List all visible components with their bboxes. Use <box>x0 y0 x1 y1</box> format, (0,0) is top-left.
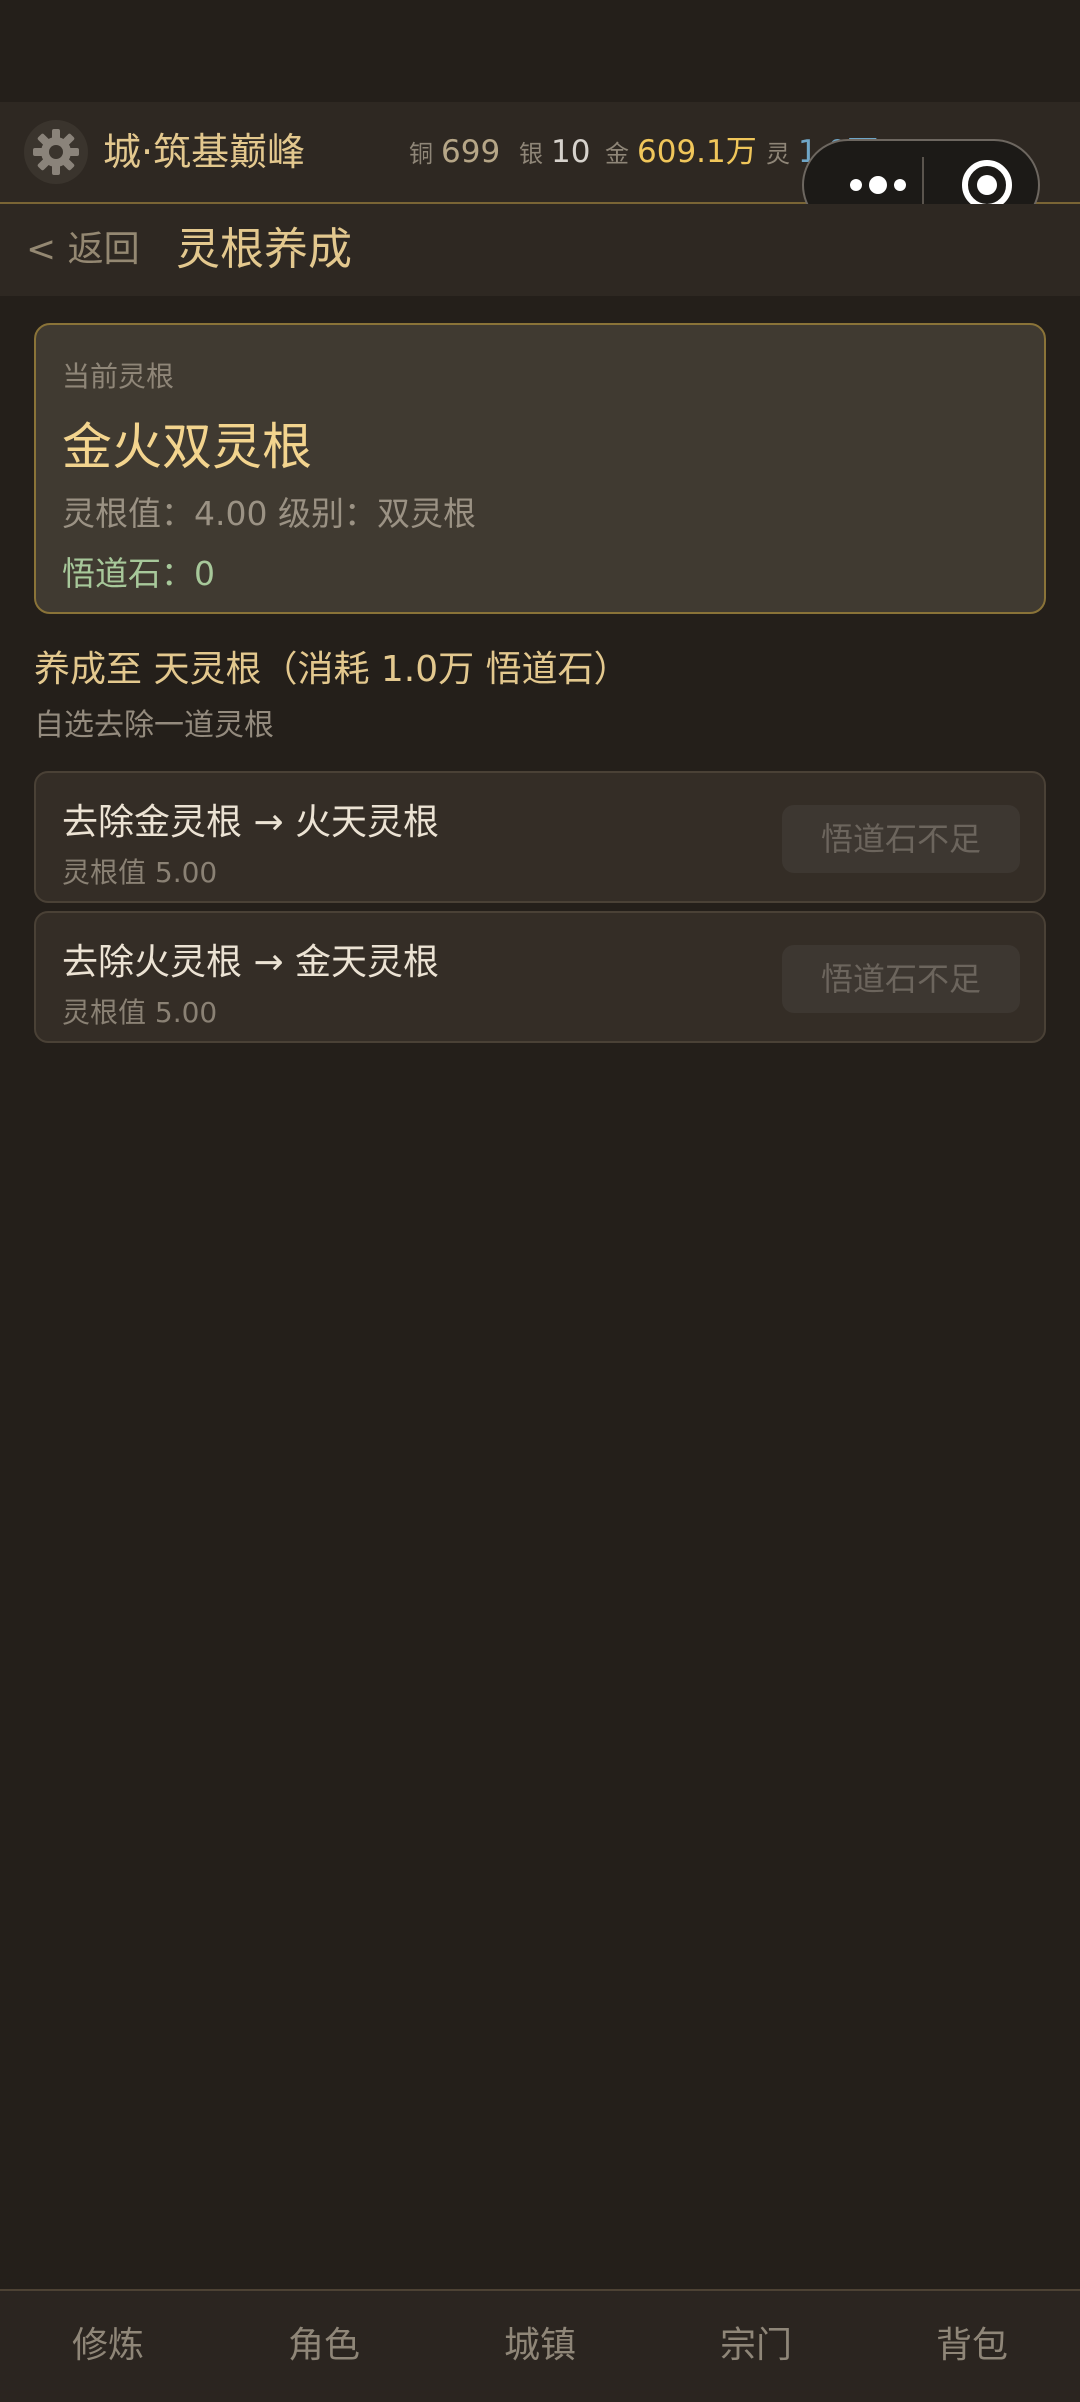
currency-silver: 银 10 <box>519 102 590 202</box>
currency-label: 金 <box>605 140 629 168</box>
insufficient-stone-button[interactable]: 悟道石不足 <box>782 805 1020 873</box>
bottom-tab-bar: 修炼 角色 城镇 宗门 背包 <box>0 2289 1080 2402</box>
currency-value: 609.1万 <box>637 134 757 170</box>
currency-value: 10 <box>551 134 591 170</box>
tab-town[interactable]: 城镇 <box>432 2291 648 2402</box>
gear-icon[interactable] <box>24 120 88 184</box>
cultivate-subtitle: 自选去除一道灵根 <box>34 708 274 743</box>
page-title: 灵根养成 <box>176 224 352 275</box>
insufficient-stone-button[interactable]: 悟道石不足 <box>782 945 1020 1013</box>
stone-count: 悟道石：0 <box>62 554 215 593</box>
option-title: 去除火灵根 → 金天灵根 <box>62 942 440 983</box>
option-title: 去除金灵根 → 火天灵根 <box>62 802 440 843</box>
currency-label: 银 <box>519 140 543 168</box>
current-root-stats: 灵根值：4.00 级别：双灵根 <box>62 494 476 533</box>
tab-sect[interactable]: 宗门 <box>648 2291 864 2402</box>
location-title: 城·筑基巅峰 <box>103 130 306 174</box>
current-root-name: 金火双灵根 <box>62 418 312 476</box>
currency-gold: 金 609.1万 <box>605 102 757 202</box>
option-card: 去除金灵根 → 火天灵根 灵根值 5.00 悟道石不足 <box>34 771 1046 903</box>
status-bar <box>0 0 1080 102</box>
currency-label: 铜 <box>409 140 433 168</box>
cultivate-title: 养成至 天灵根（消耗 1.0万 悟道石） <box>34 649 630 690</box>
currency-value: 699 <box>441 134 501 170</box>
currency-label: 灵 <box>766 140 790 168</box>
tab-cultivate[interactable]: 修炼 <box>0 2291 216 2402</box>
option-card: 去除火灵根 → 金天灵根 灵根值 5.00 悟道石不足 <box>34 911 1046 1043</box>
option-value: 灵根值 5.00 <box>62 856 218 889</box>
option-value: 灵根值 5.00 <box>62 996 218 1029</box>
currency-copper: 铜 699 <box>409 102 500 202</box>
tab-backpack[interactable]: 背包 <box>864 2291 1080 2402</box>
nav-bar: < 返回 灵根养成 <box>0 204 1080 296</box>
current-root-label: 当前灵根 <box>62 360 175 393</box>
current-root-card: 当前灵根 金火双灵根 灵根值：4.00 级别：双灵根 悟道石：0 <box>34 323 1046 614</box>
back-button[interactable]: < 返回 <box>26 204 140 296</box>
tab-character[interactable]: 角色 <box>216 2291 432 2402</box>
